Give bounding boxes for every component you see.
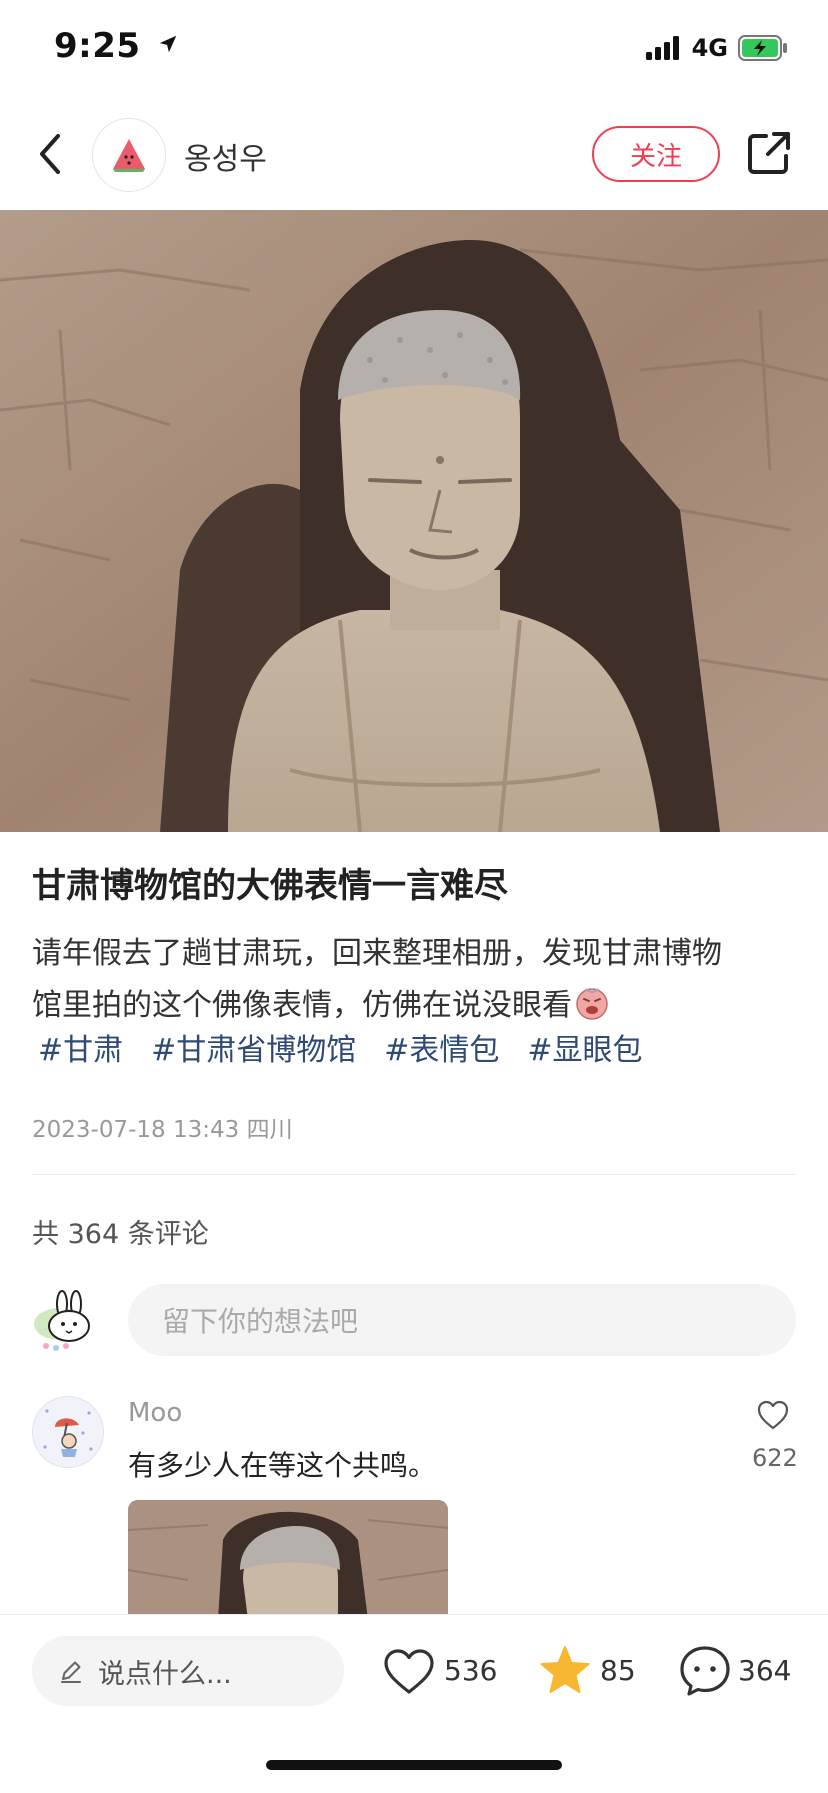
author-avatar[interactable] [92, 118, 166, 192]
post-meta: 2023-07-18 13:43 四川 [32, 1117, 293, 1143]
like-heart-icon[interactable] [382, 1646, 436, 1696]
smiley-emoji-icon [576, 988, 608, 1020]
status-time-text: 9:25 [54, 26, 141, 66]
battery-charging-icon [738, 35, 787, 61]
divider [32, 1174, 796, 1175]
star-icon[interactable] [538, 1644, 592, 1698]
pencil-icon [61, 1661, 81, 1683]
author-name[interactable]: 옹성우 [184, 134, 267, 178]
say-something-input[interactable]: 说点什么... [32, 1636, 344, 1706]
share-icon[interactable] [744, 128, 794, 178]
back-chevron-icon[interactable] [30, 128, 70, 180]
comment-like-count: 622 [752, 1444, 798, 1472]
comment-bubble-icon[interactable] [678, 1644, 732, 1698]
comment-input[interactable]: 留下你的想法吧 [128, 1284, 796, 1356]
heart-icon[interactable] [756, 1398, 790, 1432]
commenter-avatar[interactable] [32, 1396, 104, 1468]
post-body-line: 请年假去了趟甘肃玩，回来整理相册，发现甘肃博物 [32, 936, 722, 971]
umbrella-avatar-icon [43, 1409, 93, 1457]
post-title: 甘肃博物馆的大佛表情一言难尽 [32, 866, 508, 906]
tag-link[interactable]: #表情包 [384, 1025, 499, 1069]
status-time: 9:25 [54, 26, 179, 66]
post-body-line-2-text: 馆里拍的这个佛像表情，仿佛在说没眼看 [32, 988, 572, 1023]
status-indicators: 4G [645, 34, 788, 62]
post-body: 请年假去了趟甘肃玩，回来整理相册，发现甘肃博物 馆里拍的这个佛像表情，仿佛在说没… [32, 928, 802, 1032]
tag-list: #甘肃 #甘肃省博物馆 #表情包 #显眼包 [38, 1025, 643, 1069]
signal-icon [645, 36, 679, 60]
network-type: 4G [691, 34, 728, 62]
comment-total: 共 364 条评论 [32, 1219, 209, 1250]
tag-link[interactable]: #甘肃省博物馆 [151, 1025, 356, 1069]
comment-author[interactable]: Moo [128, 1398, 182, 1428]
like-count: 536 [444, 1654, 498, 1687]
follow-button[interactable]: 关注 [592, 126, 720, 182]
say-something-placeholder: 说点什么... [98, 1658, 232, 1690]
watermelon-avatar-icon [113, 139, 145, 172]
comment-image[interactable] [128, 1500, 448, 1620]
home-indicator[interactable] [266, 1760, 562, 1770]
tag-link[interactable]: #甘肃 [38, 1025, 123, 1069]
post-photo[interactable] [0, 210, 828, 832]
comment-count: 364 [738, 1654, 792, 1687]
location-arrow-icon [159, 35, 177, 53]
tag-link[interactable]: #显眼包 [527, 1025, 642, 1069]
comment-text: 有多少人在等这个共鸣。 [128, 1449, 437, 1482]
bunny-avatar-icon [34, 1290, 90, 1351]
favorite-count: 85 [600, 1654, 636, 1687]
